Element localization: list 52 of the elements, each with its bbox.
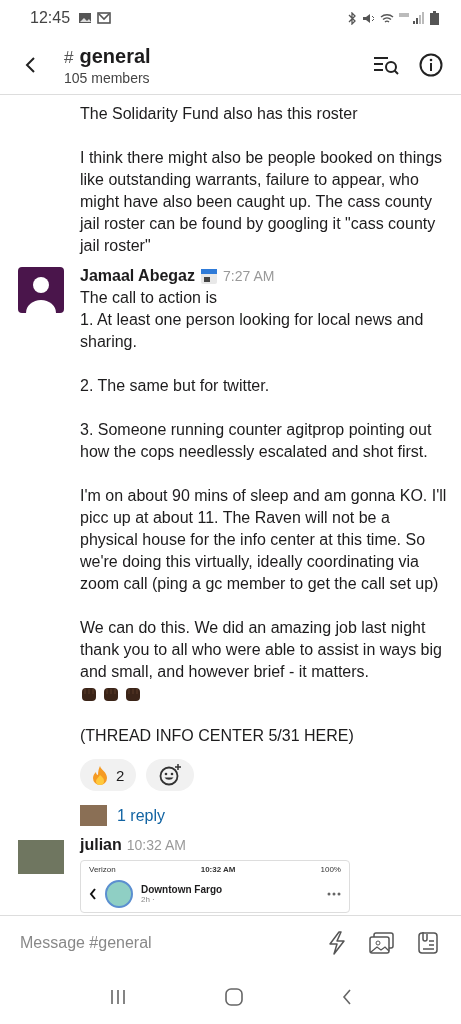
message-text: I'm on about 90 mins of sleep and am gonna KO. I'll picc up at about 11. The Raven will not be a physical house for the info center at this time. So we're doing this virtually, ideally coordinating via zoom call (ping a gc member to get the call set up) (80, 486, 447, 594)
fist-icon (80, 685, 98, 703)
attachment-icon[interactable] (417, 931, 439, 955)
photo-icon[interactable] (369, 931, 395, 955)
emoji-add-icon (158, 764, 183, 786)
battery-label: 100% (320, 865, 341, 874)
home-icon[interactable] (224, 988, 243, 1006)
recent-apps-icon[interactable] (109, 989, 126, 1005)
message-text: 3. Someone running counter agitprop pointing out how the cops needlessly escalated and shot first. (80, 420, 433, 462)
post-age: 2h · (141, 895, 156, 904)
member-count[interactable]: 105 members (64, 69, 353, 86)
add-reaction-button[interactable] (146, 759, 195, 791)
author-name[interactable]: Jamaal Abegaz (80, 267, 195, 285)
mail-icon (97, 12, 112, 24)
fist-icon (124, 685, 142, 703)
lightning-icon[interactable] (327, 931, 347, 955)
wifi-icon (380, 11, 394, 25)
message-text: I think there might also be people booked on things like outstanding warrants, failure to appear, who might have also been caught up. The cass county jail roster can be found by googling it "cass county jail roster" (80, 148, 444, 256)
channel-name[interactable]: general (79, 44, 151, 68)
author-name[interactable]: julian (80, 836, 122, 854)
message-text: (THREAD INFO CENTER 5/31 HERE) (80, 726, 355, 746)
page-name: Downtown Fargo (141, 884, 224, 895)
reply-avatar-photo (80, 805, 107, 826)
carrier-label: Verizon (89, 865, 116, 874)
mute-icon (362, 11, 375, 25)
message-text: 2. The same but for twitter. (80, 376, 271, 396)
more-icon (327, 892, 341, 896)
message-time: 7:27 AM (223, 268, 275, 284)
message-time: 10:32 AM (126, 837, 186, 853)
message-text: The call to action is 1. At least one person looking for local news and sharing. (80, 288, 425, 352)
message-text: The Solidarity Fund also has this roster (80, 104, 359, 124)
fire-reaction[interactable]: 2 (80, 759, 137, 791)
avatar-icon[interactable] (18, 267, 64, 313)
fire-icon (92, 765, 108, 785)
screenshot-attachment[interactable]: Verizon 10:32 AM 100% Downtown Fargo 2h · (80, 860, 350, 913)
screenshot-time: 10:32 AM (200, 865, 236, 874)
info-icon[interactable] (419, 53, 443, 77)
message-input[interactable]: Message #general (18, 933, 305, 953)
search-icon[interactable] (373, 55, 399, 75)
fist-icon (102, 685, 120, 703)
back-icon (89, 888, 97, 900)
replies-link[interactable]: 1 reply (117, 806, 166, 825)
page-logo (105, 880, 133, 908)
message-text: We can do this. We did an amazing job last night thank you to all who were able to assist in ways big and small, and however brief - it matters. (80, 618, 443, 682)
channel-hash: # (64, 47, 74, 68)
back-icon[interactable] (24, 56, 36, 74)
signal-icon (399, 11, 425, 25)
bluetooth-icon (347, 11, 357, 25)
status-time: 12:45 (30, 9, 71, 27)
back-nav-icon[interactable] (341, 989, 352, 1005)
battery-icon (430, 11, 439, 25)
image-icon (78, 12, 93, 24)
